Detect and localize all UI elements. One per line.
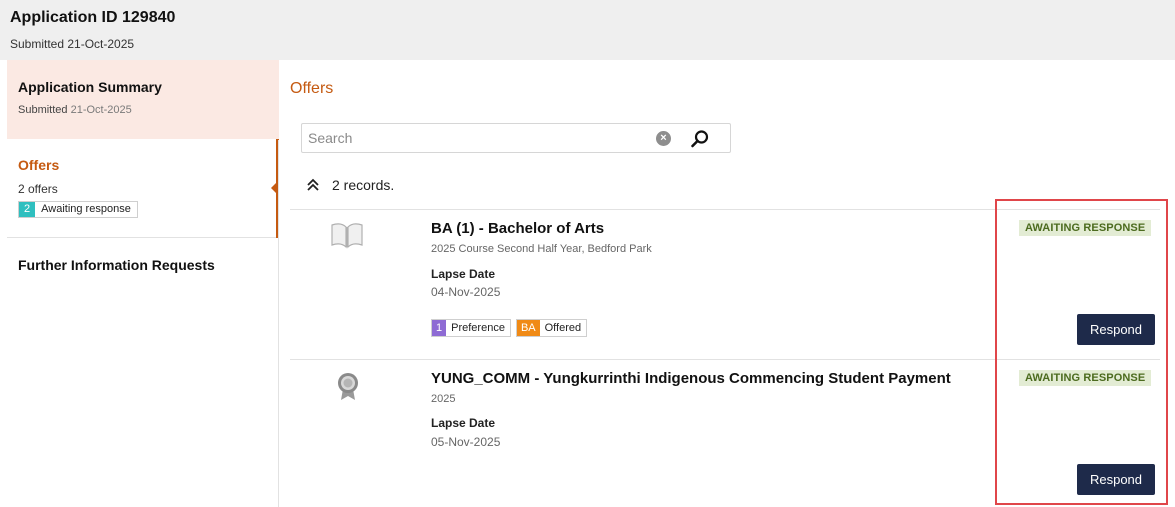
respond-button[interactable]: Respond bbox=[1077, 464, 1155, 495]
preference-tag: 1 Preference bbox=[431, 319, 511, 337]
sidebar: Application Summary Submitted 21-Oct-202… bbox=[7, 60, 279, 507]
lapse-date-label: Lapse Date bbox=[431, 416, 496, 430]
awaiting-response-badge: 2 Awaiting response bbox=[18, 201, 138, 218]
collapse-chevron-icon[interactable] bbox=[306, 178, 320, 192]
records-count: 2 records. bbox=[332, 177, 395, 193]
search-box: × bbox=[301, 123, 731, 153]
sidebar-item-subtitle: Submitted 21-Oct-2025 bbox=[18, 104, 132, 116]
tag-key: BA bbox=[516, 320, 540, 336]
offered-tag: BA Offered bbox=[515, 319, 588, 337]
lapse-date-value: 04-Nov-2025 bbox=[431, 285, 501, 299]
active-indicator bbox=[276, 139, 279, 238]
tag-value: Preference bbox=[446, 320, 510, 336]
tag-value: Offered bbox=[539, 320, 587, 336]
clear-icon[interactable]: × bbox=[656, 131, 671, 146]
sidebar-item-label: Application Summary bbox=[18, 79, 162, 95]
badge-label: Awaiting response bbox=[35, 202, 137, 217]
application-id-title: Application ID 129840 bbox=[10, 9, 176, 26]
book-icon bbox=[331, 223, 363, 249]
offer-card: YUNG_COMM - Yungkurrinthi Indigenous Com… bbox=[290, 359, 1160, 507]
sidebar-item-offers[interactable]: Offers 2 offers 2 Awaiting response bbox=[7, 139, 279, 238]
tag-key: 1 bbox=[432, 320, 447, 336]
sidebar-item-application-summary[interactable]: Application Summary Submitted 21-Oct-202… bbox=[7, 60, 279, 139]
submitted-label: Submitted bbox=[18, 104, 68, 116]
active-notch bbox=[271, 183, 276, 193]
search-input[interactable] bbox=[308, 129, 638, 147]
offer-subtitle: 2025 Course Second Half Year, Bedford Pa… bbox=[431, 243, 652, 255]
main-content: Offers × 2 records. BA (1) - Bachelor of… bbox=[280, 60, 1175, 507]
search-icon[interactable] bbox=[690, 129, 710, 149]
offer-tags: 1 Preference BA Offered bbox=[431, 319, 588, 337]
submitted-value: 21-Oct-2025 bbox=[70, 104, 132, 116]
page-header: Application ID 129840 Submitted 21-Oct-2… bbox=[0, 0, 1175, 60]
lapse-date-value: 05-Nov-2025 bbox=[431, 435, 501, 449]
respond-button[interactable]: Respond bbox=[1077, 314, 1155, 345]
badge-count: 2 bbox=[19, 202, 36, 217]
medal-icon bbox=[338, 373, 358, 400]
status-badge: AWAITING RESPONSE bbox=[1019, 220, 1152, 236]
offer-title: BA (1) - Bachelor of Arts bbox=[431, 220, 605, 237]
status-badge: AWAITING RESPONSE bbox=[1019, 370, 1152, 386]
lapse-date-label: Lapse Date bbox=[431, 267, 496, 281]
sidebar-item-further-information-requests[interactable]: Further Information Requests bbox=[18, 257, 215, 273]
submitted-date: Submitted 21-Oct-2025 bbox=[10, 37, 135, 51]
offers-count: 2 offers bbox=[18, 182, 58, 196]
offer-card: BA (1) - Bachelor of Arts 2025 Course Se… bbox=[290, 209, 1160, 359]
page-title: Offers bbox=[290, 80, 334, 97]
sidebar-item-label: Offers bbox=[18, 157, 60, 173]
records-summary: 2 records. bbox=[306, 177, 394, 193]
offer-title: YUNG_COMM - Yungkurrinthi Indigenous Com… bbox=[431, 370, 951, 387]
offer-subtitle: 2025 bbox=[431, 393, 456, 405]
